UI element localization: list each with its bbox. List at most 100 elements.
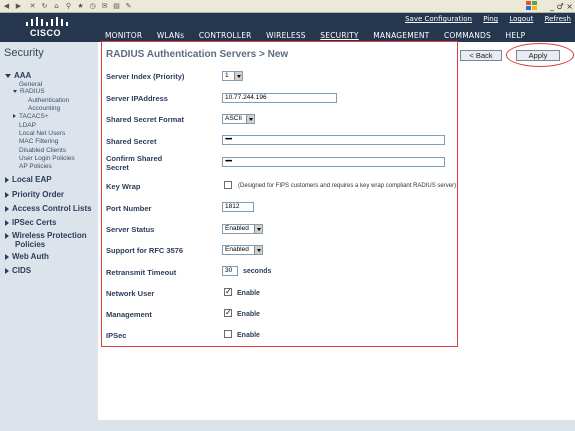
save-configuration-link[interactable]: Save Configuration: [405, 15, 472, 23]
sidebar-item-aaa[interactable]: AAA: [5, 71, 31, 80]
secret-format-label: Shared Secret Format: [106, 115, 184, 124]
nav-commands[interactable]: COMMANDS: [444, 31, 491, 40]
form-highlight-box: [101, 41, 458, 347]
sidebar-item-access-control-lists[interactable]: Access Control Lists: [5, 204, 92, 213]
favorites-icon[interactable]: ★: [76, 2, 85, 11]
sidebar-item-wireless-protection-policies-line2[interactable]: Policies: [15, 240, 45, 249]
ping-link[interactable]: Ping: [483, 15, 498, 23]
confirm-secret-label-line2: Secret: [106, 163, 129, 172]
sidebar-item-local-net-users[interactable]: Local Net Users: [19, 130, 65, 137]
nav-monitor[interactable]: MONITOR: [105, 31, 142, 40]
sidebar-item-accounting[interactable]: Accounting: [28, 105, 60, 112]
secret-format-select[interactable]: ASCII: [222, 114, 255, 124]
sidebar-item-authentication[interactable]: Authentication: [28, 97, 69, 104]
server-status-label: Server Status: [106, 225, 155, 234]
server-status-select[interactable]: Enabled: [222, 224, 263, 234]
sidebar-item-wireless-protection-policies[interactable]: Wireless Protection: [5, 231, 87, 240]
search-icon[interactable]: ⚲: [64, 2, 73, 11]
cisco-bars-icon: [26, 17, 68, 26]
server-index-select[interactable]: 1: [222, 71, 243, 81]
rfc-3576-label: Support for RFC 3576: [106, 246, 184, 255]
sidebar-item-mac-filtering[interactable]: MAC Filtering: [19, 138, 58, 145]
page-title: RADIUS Authentication Servers > New: [106, 49, 289, 60]
print-icon[interactable]: ▤: [112, 2, 121, 11]
sidebar-item-ldap[interactable]: LDAP: [19, 122, 36, 129]
shared-secret-input[interactable]: •••••: [222, 135, 445, 145]
sidebar-item-cids[interactable]: CIDS: [5, 266, 31, 275]
confirm-secret-input[interactable]: •••••: [222, 157, 445, 167]
sidebar-item-web-auth[interactable]: Web Auth: [5, 252, 49, 261]
key-wrap-checkbox[interactable]: [224, 181, 232, 189]
sidebar-item-priority-order[interactable]: Priority Order: [5, 190, 64, 199]
network-user-checkbox[interactable]: ✓: [224, 288, 232, 296]
forward-nav-icon[interactable]: ▶: [14, 2, 23, 11]
top-links: Save Configuration Ping Logout Refresh: [396, 15, 571, 23]
back-nav-icon[interactable]: ◀: [2, 2, 11, 11]
back-button[interactable]: < Back: [460, 50, 502, 61]
retransmit-timeout-label: Retransmit Timeout: [106, 268, 177, 277]
expanded-icon: [13, 89, 17, 93]
network-user-enable-text: Enable: [237, 290, 260, 297]
ipsec-checkbox[interactable]: [224, 330, 232, 338]
expanded-icon: [5, 73, 11, 78]
history-icon[interactable]: ◷: [88, 2, 97, 11]
refresh-icon[interactable]: ↻: [40, 2, 49, 11]
sidebar-item-user-login-policies[interactable]: User Login Policies: [19, 155, 75, 162]
collapsed-icon: [5, 219, 9, 226]
apply-highlight-ring: [506, 43, 574, 67]
sidebar-item-disabled-clients[interactable]: Disabled Clients: [19, 147, 66, 154]
sidebar-item-radius[interactable]: RADIUS: [13, 88, 45, 95]
management-checkbox[interactable]: ✓: [224, 309, 232, 317]
collapsed-icon: [13, 114, 16, 119]
key-wrap-note: (Designed for FIPS customers and require…: [238, 183, 457, 189]
dropdown-arrow-icon: [254, 246, 262, 254]
sidebar-item-tacacs[interactable]: TACACS+: [13, 113, 49, 120]
collapsed-icon: [5, 267, 9, 274]
browser-toolbar: ◀ ▶ ✕ ↻ ⌂ ⚲ ★ ◷ ✉ ▤ ✎ _ ♂ ×: [0, 0, 575, 13]
sidebar-item-local-eap[interactable]: Local EAP: [5, 175, 52, 184]
shared-secret-label: Shared Secret: [106, 137, 157, 146]
nav-security[interactable]: SECURITY: [320, 31, 358, 40]
nav-controller[interactable]: CONTROLLER: [199, 31, 252, 40]
nav-help[interactable]: HELP: [506, 31, 526, 40]
logout-link[interactable]: Logout: [509, 15, 533, 23]
collapsed-icon: [5, 232, 9, 239]
sidebar-item-ipsec-certs[interactable]: IPSec Certs: [5, 218, 56, 227]
checkmark-icon: ✓: [225, 308, 232, 317]
app-header: CISCO Save Configuration Ping Logout Ref…: [0, 13, 575, 42]
nav-wlans[interactable]: WLANs: [157, 31, 184, 40]
sidebar-item-general[interactable]: General: [19, 81, 42, 88]
confirm-secret-label: Confirm Shared: [106, 154, 163, 163]
checkmark-icon: ✓: [225, 287, 232, 296]
collapsed-icon: [5, 205, 9, 212]
ipsec-label: IPSec: [106, 331, 127, 340]
collapsed-icon: [5, 253, 9, 260]
sidebar-title: Security: [4, 47, 44, 59]
sidebar-item-ap-policies[interactable]: AP Policies: [19, 163, 52, 170]
mail-icon[interactable]: ✉: [100, 2, 109, 11]
key-wrap-label: Key Wrap: [106, 182, 141, 191]
status-strip: [0, 420, 575, 431]
window-controls[interactable]: _ ♂ ×: [550, 0, 573, 13]
rfc-3576-select[interactable]: Enabled: [222, 245, 263, 255]
collapsed-icon: [5, 176, 9, 183]
windows-logo-icon: [526, 1, 537, 10]
cisco-logo: CISCO: [22, 16, 72, 40]
refresh-link[interactable]: Refresh: [545, 15, 571, 23]
management-label: Management: [106, 310, 152, 319]
stop-icon[interactable]: ✕: [28, 2, 37, 11]
server-ip-input[interactable]: 10.77.244.196: [222, 93, 337, 103]
dropdown-arrow-icon: [234, 72, 242, 80]
network-user-label: Network User: [106, 289, 155, 298]
port-number-input[interactable]: 1812: [222, 202, 254, 212]
sidebar: Security AAA General RADIUS Authenticati…: [0, 42, 98, 431]
nav-management[interactable]: MANAGEMENT: [373, 31, 429, 40]
management-enable-text: Enable: [237, 311, 260, 318]
server-ip-label: Server IPAddress: [106, 94, 168, 103]
retransmit-timeout-input[interactable]: 30: [222, 266, 238, 276]
nav-wireless[interactable]: WIRELESS: [266, 31, 306, 40]
port-number-label: Port Number: [106, 204, 152, 213]
home-icon[interactable]: ⌂: [52, 2, 61, 11]
dropdown-arrow-icon: [246, 115, 254, 123]
edit-icon[interactable]: ✎: [124, 2, 133, 11]
